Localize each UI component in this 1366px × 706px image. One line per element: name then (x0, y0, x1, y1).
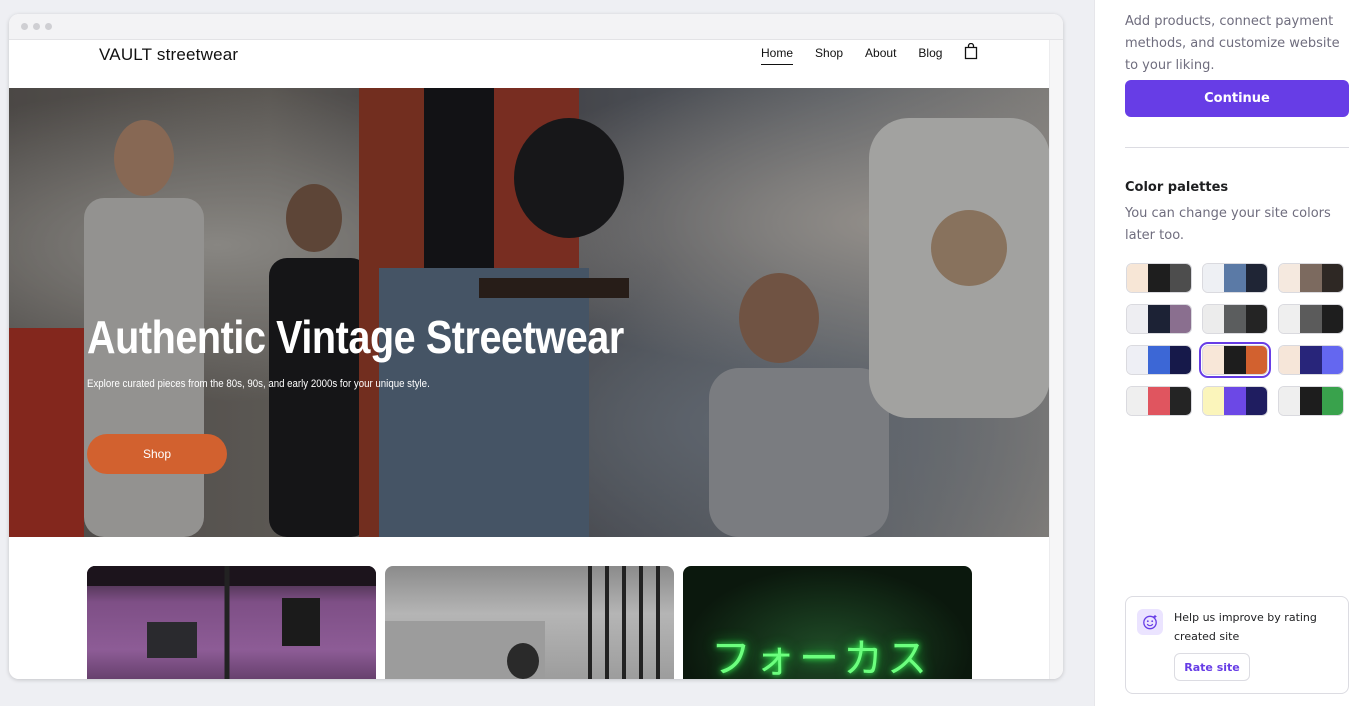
card-street-image[interactable] (385, 566, 674, 679)
nav-shop[interactable]: Shop (815, 46, 843, 64)
palette-color-chip (1169, 264, 1191, 292)
palette-color-chip (1224, 305, 1246, 333)
palette-color-chip (1203, 346, 1225, 374)
palette-color-chip (1224, 387, 1246, 415)
palette-color-chip (1169, 387, 1191, 415)
palette-color-chip (1300, 387, 1322, 415)
palette-color-chip (1127, 346, 1149, 374)
smiley-sparkle-icon (1137, 609, 1163, 635)
palette-color-chip (1245, 305, 1267, 333)
palette-swatch-2[interactable] (1202, 263, 1268, 293)
featured-cards: フォーカス (87, 566, 972, 679)
palette-swatch-9[interactable] (1278, 345, 1344, 375)
palette-color-chip (1279, 264, 1301, 292)
palette-color-chip (1321, 305, 1343, 333)
palette-color-chip (1245, 346, 1267, 374)
nav-about[interactable]: About (865, 46, 896, 64)
palette-swatch-12[interactable] (1278, 386, 1344, 416)
palette-color-chip (1300, 305, 1322, 333)
palette-color-chip (1169, 305, 1191, 333)
palette-swatch-5[interactable] (1202, 304, 1268, 334)
palette-swatch-11[interactable] (1202, 386, 1268, 416)
site-nav: Home Shop About Blog (761, 42, 978, 65)
site-logo[interactable]: VAULT streetwear (99, 45, 238, 65)
preview-window-bar (9, 14, 1063, 40)
nav-blog[interactable]: Blog (918, 46, 942, 64)
panel-divider (1125, 147, 1349, 148)
window-dot-icon (45, 23, 52, 30)
preview-scrollbar[interactable] (1049, 40, 1063, 679)
shopping-bag-icon[interactable] (964, 42, 978, 64)
palette-color-chip (1148, 264, 1170, 292)
window-dot-icon (33, 23, 40, 30)
palette-swatch-8[interactable] (1199, 342, 1271, 378)
neon-sign-text: フォーカス (711, 636, 931, 679)
palette-color-chip (1279, 387, 1301, 415)
nav-home[interactable]: Home (761, 46, 794, 65)
palette-grid (1126, 263, 1344, 416)
palette-color-chip (1321, 346, 1343, 374)
palette-color-chip (1127, 305, 1149, 333)
palette-swatch-10[interactable] (1126, 386, 1192, 416)
panel-intro-text: Add products, connect payment methods, a… (1125, 14, 1340, 73)
palette-swatch-7[interactable] (1126, 345, 1192, 375)
palettes-description: You can change your site colors later to… (1125, 206, 1331, 243)
palette-color-chip (1224, 346, 1246, 374)
card-storefront-image[interactable] (87, 566, 376, 679)
window-dot-icon (21, 23, 28, 30)
continue-button[interactable]: Continue (1125, 80, 1349, 117)
palette-color-chip (1224, 264, 1246, 292)
palette-swatch-4[interactable] (1126, 304, 1192, 334)
rate-site-text: Help us improve by rating created site (1174, 611, 1317, 643)
palette-color-chip (1148, 346, 1170, 374)
rate-site-card: Help us improve by rating created site R… (1125, 596, 1349, 694)
palette-swatch-3[interactable] (1278, 263, 1344, 293)
palette-color-chip (1245, 387, 1267, 415)
palette-color-chip (1279, 305, 1301, 333)
palette-color-chip (1321, 264, 1343, 292)
palette-color-chip (1300, 264, 1322, 292)
site-preview: VAULT streetwear Home Shop About Blog Au… (9, 40, 1050, 679)
hero-shop-button[interactable]: Shop (87, 434, 227, 474)
palette-color-chip (1279, 346, 1301, 374)
palette-color-chip (1148, 387, 1170, 415)
palettes-heading: Color palettes (1125, 180, 1229, 195)
card-neon-sign-image[interactable]: フォーカス (683, 566, 972, 679)
palette-color-chip (1203, 264, 1225, 292)
palette-color-chip (1203, 305, 1225, 333)
palette-color-chip (1127, 264, 1149, 292)
palette-swatch-6[interactable] (1278, 304, 1344, 334)
palette-color-chip (1300, 346, 1322, 374)
customize-panel: Add products, connect payment methods, a… (1094, 0, 1366, 706)
palette-swatch-1[interactable] (1126, 263, 1192, 293)
hero-banner: Authentic Vintage Streetwear Explore cur… (9, 88, 1050, 537)
hero-title: Authentic Vintage Streetwear (87, 311, 624, 363)
site-header: VAULT streetwear Home Shop About Blog (9, 40, 1050, 88)
palette-color-chip (1169, 346, 1191, 374)
palette-color-chip (1245, 264, 1267, 292)
site-preview-frame: VAULT streetwear Home Shop About Blog Au… (9, 14, 1063, 679)
palette-color-chip (1203, 387, 1225, 415)
palette-color-chip (1148, 305, 1170, 333)
palette-color-chip (1127, 387, 1149, 415)
palette-color-chip (1321, 387, 1343, 415)
hero-subtitle: Explore curated pieces from the 80s, 90s… (87, 378, 430, 390)
rate-site-button[interactable]: Rate site (1174, 653, 1250, 681)
